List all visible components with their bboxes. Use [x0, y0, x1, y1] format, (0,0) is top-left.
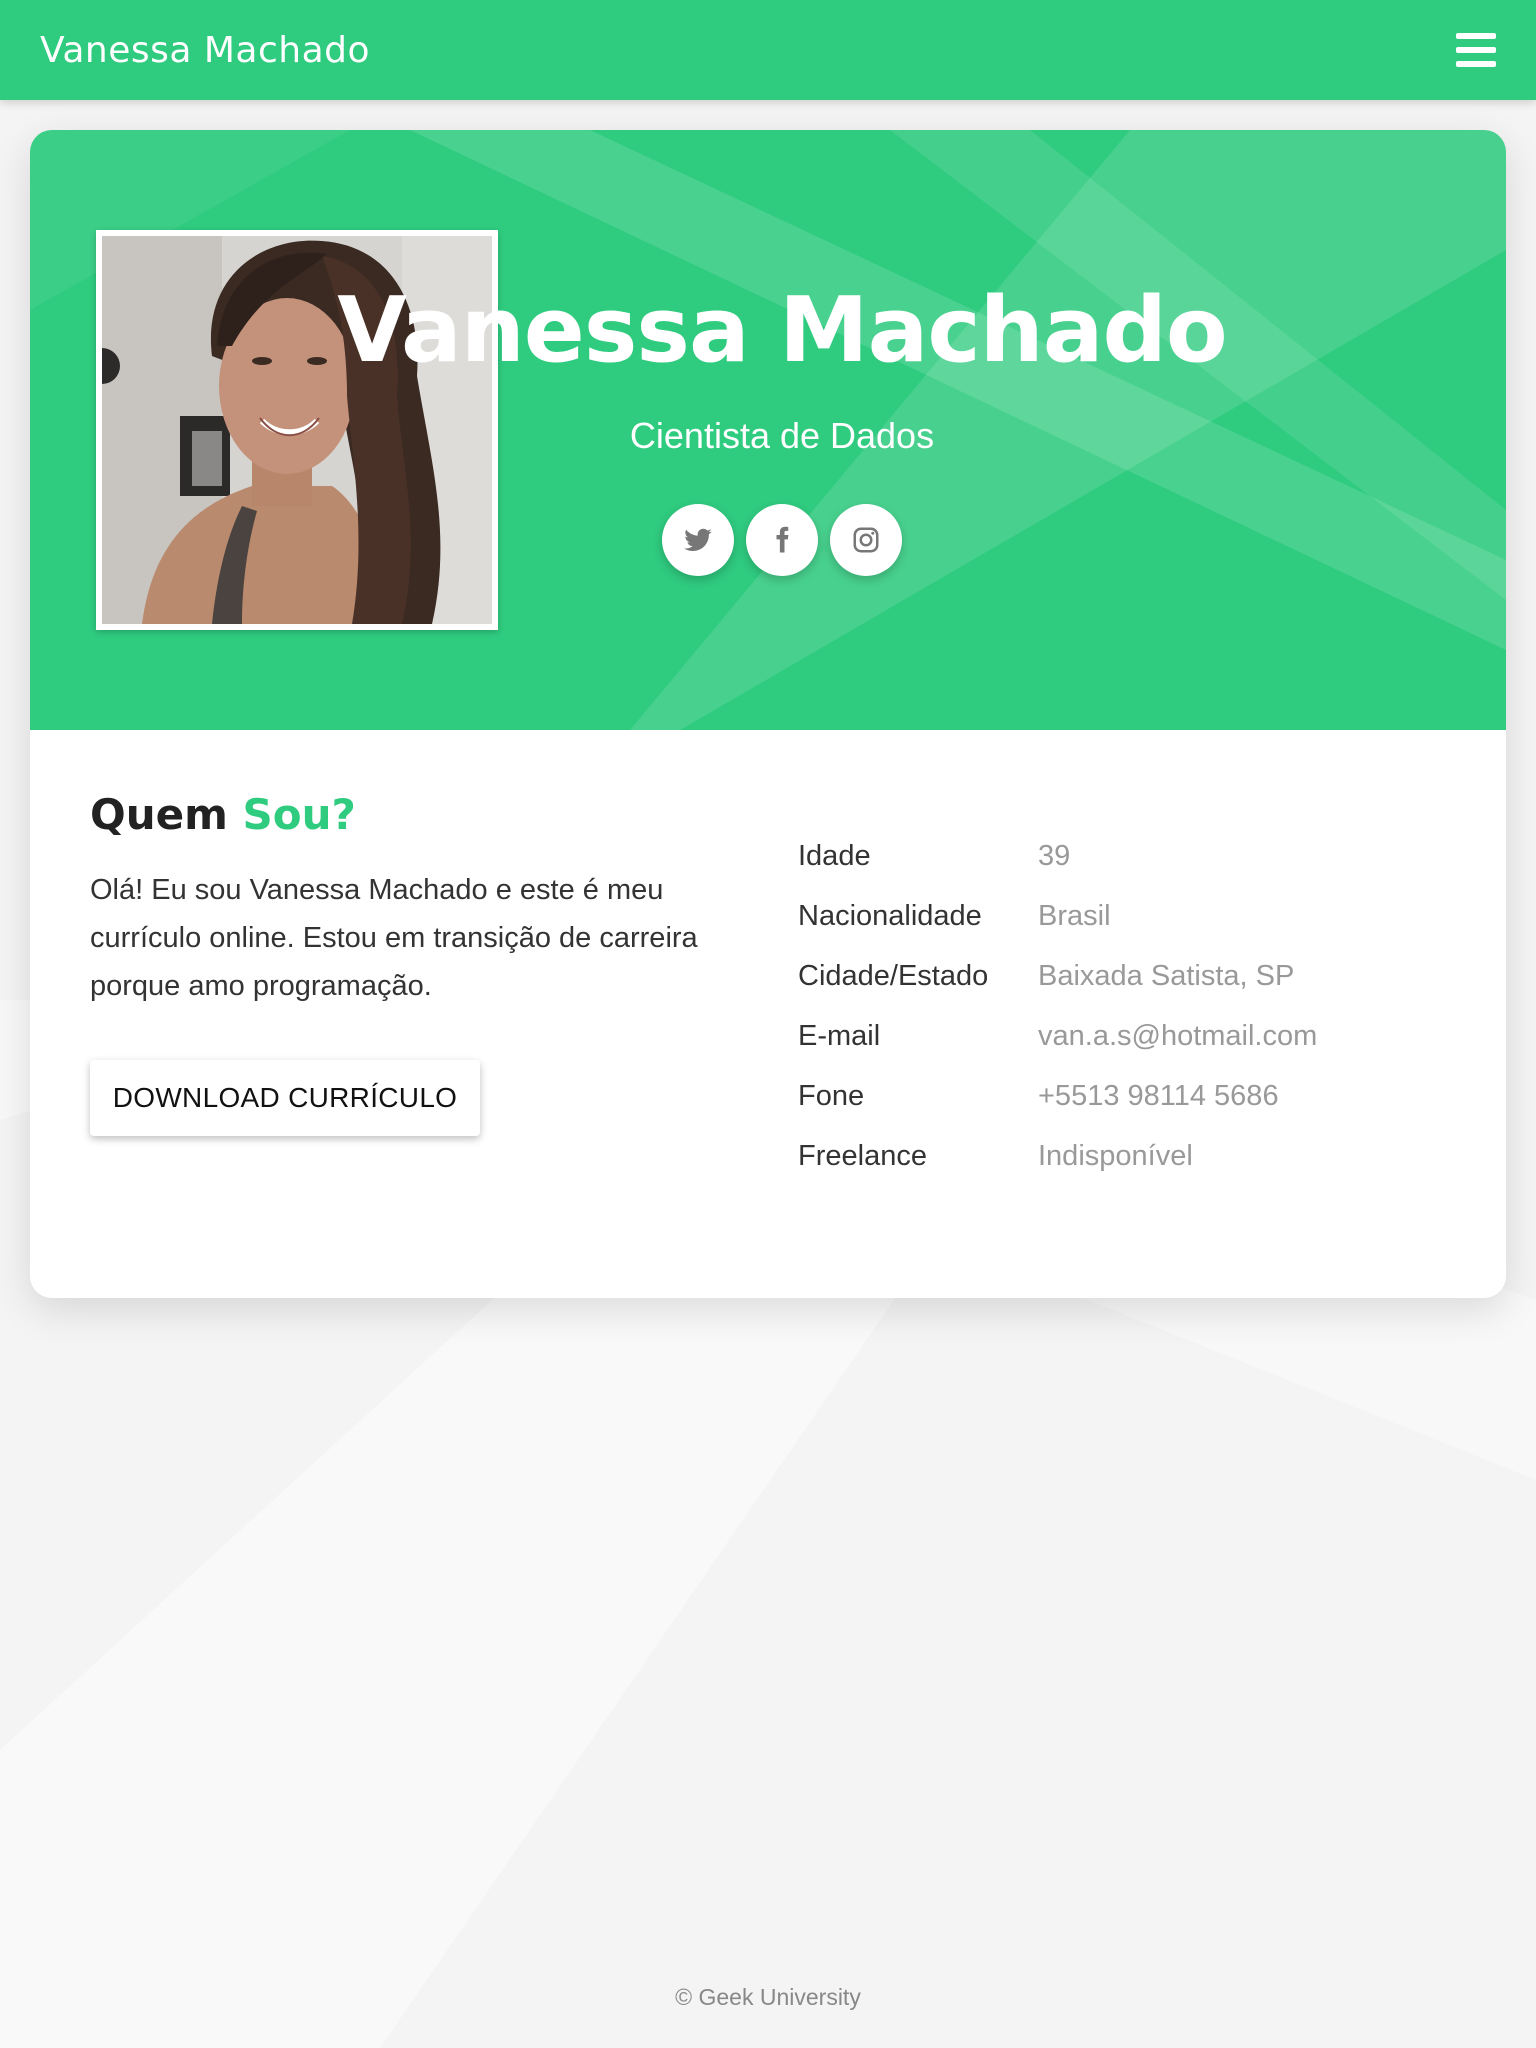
- about-heading-main: Quem: [90, 790, 228, 839]
- profile-card: Vanessa Machado Cientista de Dados Quem …: [30, 130, 1506, 1298]
- instagram-button[interactable]: [830, 504, 902, 576]
- info-value: Baixada Satista, SP: [1038, 959, 1295, 992]
- instagram-icon: [853, 527, 879, 553]
- about-heading-accent: Sou?: [242, 790, 356, 839]
- twitter-button[interactable]: [662, 504, 734, 576]
- info-label: Cidade/Estado: [798, 959, 989, 992]
- info-row-email: E-mail van.a.s@hotmail.com: [798, 1006, 1458, 1066]
- top-navbar: Vanessa Machado: [0, 0, 1536, 100]
- info-value[interactable]: van.a.s@hotmail.com: [1038, 1006, 1458, 1066]
- about-heading: Quem Sou?: [90, 790, 356, 839]
- info-value: Indisponível: [1038, 1139, 1193, 1172]
- hero-job-title: Cientista de Dados: [629, 415, 935, 456]
- info-row-phone: Fone +5513 98114 5686: [798, 1066, 1458, 1126]
- info-row-freelance: Freelance Indisponível: [798, 1126, 1458, 1186]
- facebook-button[interactable]: [746, 504, 818, 576]
- social-links: [280, 504, 1284, 576]
- footer-copyright: © Geek University: [675, 1984, 861, 2010]
- hero-banner: Vanessa Machado Cientista de Dados: [30, 130, 1506, 730]
- info-label: Fone: [798, 1079, 865, 1112]
- info-value: +5513 98114 5686: [1038, 1079, 1279, 1112]
- twitter-icon: [684, 528, 712, 551]
- info-label: Freelance: [798, 1139, 927, 1172]
- hamburger-menu-icon[interactable]: [1456, 33, 1496, 67]
- info-label: Nacionalidade: [798, 899, 982, 932]
- info-value: Brasil: [1038, 899, 1111, 932]
- facebook-icon: [776, 526, 789, 553]
- info-value: 39: [1038, 839, 1071, 872]
- download-resume-button[interactable]: DOWNLOAD CURRÍCULO: [90, 1060, 480, 1136]
- info-label: E-mail: [798, 1019, 881, 1052]
- info-row-age: Idade 39: [798, 826, 1458, 886]
- about-description: Olá! Eu sou Vanessa Machado e este é meu…: [90, 874, 698, 1002]
- info-label: Idade: [798, 839, 871, 872]
- info-row-city: Cidade/Estado Baixada Satista, SP: [798, 946, 1458, 1006]
- personal-info-table: Idade 39 Nacionalidade Brasil Cidade/Est…: [798, 826, 1458, 1186]
- brand-name[interactable]: Vanessa Machado: [40, 30, 370, 71]
- info-row-nationality: Nacionalidade Brasil: [798, 886, 1458, 946]
- hero-name: Vanessa Machado: [337, 278, 1227, 383]
